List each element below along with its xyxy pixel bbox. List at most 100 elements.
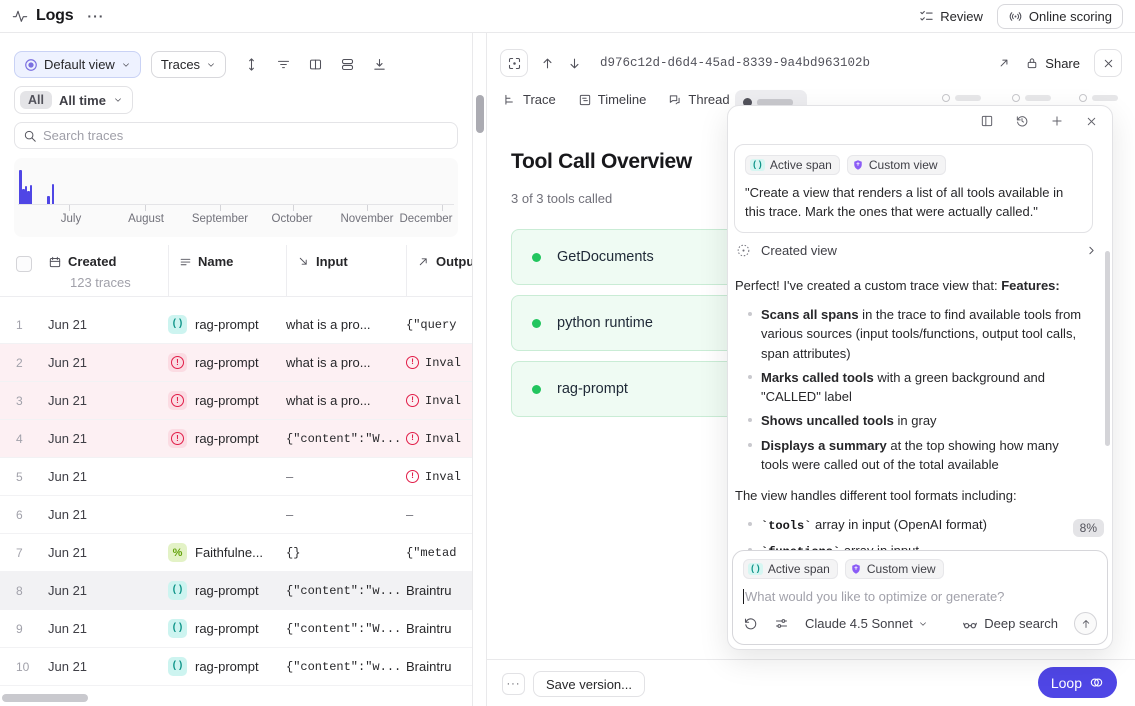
row-height-button[interactable] [244, 57, 259, 72]
partial-tab[interactable] [942, 94, 981, 102]
online-scoring-button[interactable]: Online scoring [997, 4, 1123, 29]
created-view-row[interactable]: Created view [736, 237, 1098, 263]
lock-icon [1025, 56, 1039, 70]
column-output[interactable]: Output [406, 245, 472, 297]
traces-table-header: Created 123 traces Name Input Out [0, 245, 472, 297]
text-cursor [743, 589, 744, 604]
search-icon [23, 129, 37, 143]
open-external-icon[interactable] [997, 56, 1011, 70]
search-traces-box [14, 122, 458, 149]
shield-icon [852, 159, 864, 171]
tree-icon [503, 93, 517, 107]
filter-button[interactable] [276, 57, 291, 72]
features-list: Scans all spans in the trace to find ava… [735, 305, 1087, 474]
partial-tab[interactable] [1079, 94, 1118, 102]
save-version-button[interactable]: Save version... [533, 671, 645, 697]
function-icon [168, 619, 187, 638]
error-icon [406, 432, 419, 445]
rows-layout-button[interactable] [340, 57, 355, 72]
called-dot-icon [532, 319, 541, 328]
columns-button[interactable] [308, 57, 323, 72]
function-icon [168, 657, 187, 676]
table-row[interactable]: 7 Jun 21 Faithfulne... {} {"metad [0, 534, 472, 572]
table-row[interactable]: 3 Jun 21 rag-prompt what is a pro... Inv… [0, 382, 472, 420]
list-item: `tools` array in input (OpenAI format) [735, 515, 1087, 536]
send-button[interactable] [1074, 612, 1097, 635]
month-label: October [272, 213, 313, 225]
horizontal-scrollbar[interactable] [2, 694, 88, 702]
table-row[interactable]: 5 Jun 21 – Inval [0, 458, 472, 496]
close-trace-button[interactable] [1094, 49, 1122, 77]
month-label: September [192, 213, 248, 225]
table-row[interactable]: 1 Jun 21 rag-prompt what is a pro... {"q… [0, 306, 472, 344]
tab-thread[interactable]: Thread [668, 92, 729, 107]
prompt-input[interactable] [745, 589, 1097, 604]
history-icon[interactable] [1015, 114, 1029, 128]
footer-more-button[interactable]: ··· [502, 673, 525, 695]
function-icon [168, 581, 187, 600]
new-chat-icon[interactable] [1050, 114, 1064, 128]
select-all-checkbox[interactable] [16, 256, 32, 272]
settings-sliders-icon[interactable] [774, 616, 789, 631]
mode-selector[interactable]: Traces [151, 51, 226, 78]
chevron-down-icon [121, 60, 131, 70]
column-name[interactable]: Name [168, 245, 286, 297]
table-row[interactable]: 2 Jun 21 rag-prompt what is a pro... Inv… [0, 344, 472, 382]
page-title: Logs [36, 7, 73, 25]
trace-footer: ··· Save version... Loop [487, 659, 1135, 706]
partial-tab[interactable] [1012, 94, 1051, 102]
model-selector[interactable]: Claude 4.5 Sonnet [805, 616, 928, 631]
assistant-intro: Perfect! I've created a custom trace vie… [735, 276, 1087, 295]
focus-span-button[interactable] [500, 49, 528, 77]
tab-timeline[interactable]: Timeline [578, 92, 647, 107]
loop-assistant-panel: () Active span Custom view "Create a vie… [727, 105, 1113, 650]
error-icon [168, 391, 187, 410]
chevron-down-icon [113, 95, 123, 105]
tab-trace[interactable]: Trace [503, 92, 556, 107]
share-button[interactable]: Share [1025, 56, 1080, 71]
search-input[interactable] [43, 128, 449, 143]
trace-tabs: Trace Timeline Thread [503, 92, 730, 107]
vertical-scrollbar[interactable] [476, 95, 484, 133]
chevron-down-icon [918, 619, 928, 629]
column-created[interactable]: Created 123 traces [48, 245, 168, 297]
custom-view-chip[interactable]: Custom view [845, 559, 944, 579]
error-icon [406, 394, 419, 407]
thread-icon [668, 93, 682, 107]
view-selector[interactable]: Default view [14, 51, 141, 78]
column-input[interactable]: Input [286, 245, 406, 297]
download-button[interactable] [372, 57, 387, 72]
review-button[interactable]: Review [919, 9, 983, 24]
chat-scrollbar[interactable] [1105, 251, 1110, 446]
filter-all-chip: All [20, 91, 52, 109]
loop-button[interactable]: Loop [1038, 667, 1117, 698]
list-item: Marks called tools with a green backgrou… [735, 368, 1087, 406]
table-row[interactable]: 10 Jun 21 rag-prompt {"content":"w... Br… [0, 648, 472, 686]
time-range-filter[interactable]: All All time [14, 86, 133, 114]
table-row[interactable]: 9 Jun 21 rag-prompt {"content":"W... Bra… [0, 610, 472, 648]
close-icon[interactable] [1085, 115, 1098, 128]
user-message-text: "Create a view that renders a list of al… [745, 184, 1082, 222]
close-icon [1102, 57, 1115, 70]
composer: () Active span Custom view Claude 4.5 So… [732, 550, 1108, 645]
side-panel-icon[interactable] [980, 114, 994, 128]
reset-icon[interactable] [743, 616, 758, 631]
loop-icon [1089, 675, 1104, 690]
active-span-chip[interactable]: () Active span [743, 559, 838, 579]
calendar-icon [48, 255, 62, 269]
table-row-selected[interactable]: 8 Jun 21 rag-prompt {"content":"w... Bra… [0, 572, 472, 610]
arrow-down-right-icon [297, 255, 310, 268]
list-item: Displays a summary at the top showing ho… [735, 436, 1087, 474]
formats-intro: The view handles different tool formats … [735, 486, 1087, 505]
prev-trace-button[interactable] [540, 56, 555, 71]
page-menu-button[interactable]: ··· [87, 8, 104, 24]
glasses-icon [962, 616, 978, 632]
next-trace-button[interactable] [567, 56, 582, 71]
table-row[interactable]: 4 Jun 21 rag-prompt {"content":"W... Inv… [0, 420, 472, 458]
chevron-down-icon [206, 60, 216, 70]
table-row[interactable]: 6 Jun 21 – – [0, 496, 472, 534]
list-item: Scans all spans in the trace to find ava… [735, 305, 1087, 363]
deep-search-toggle[interactable]: Deep search [962, 616, 1058, 632]
context-usage-badge: 8% [1073, 519, 1104, 537]
user-message: () Active span Custom view "Create a vie… [734, 144, 1093, 233]
